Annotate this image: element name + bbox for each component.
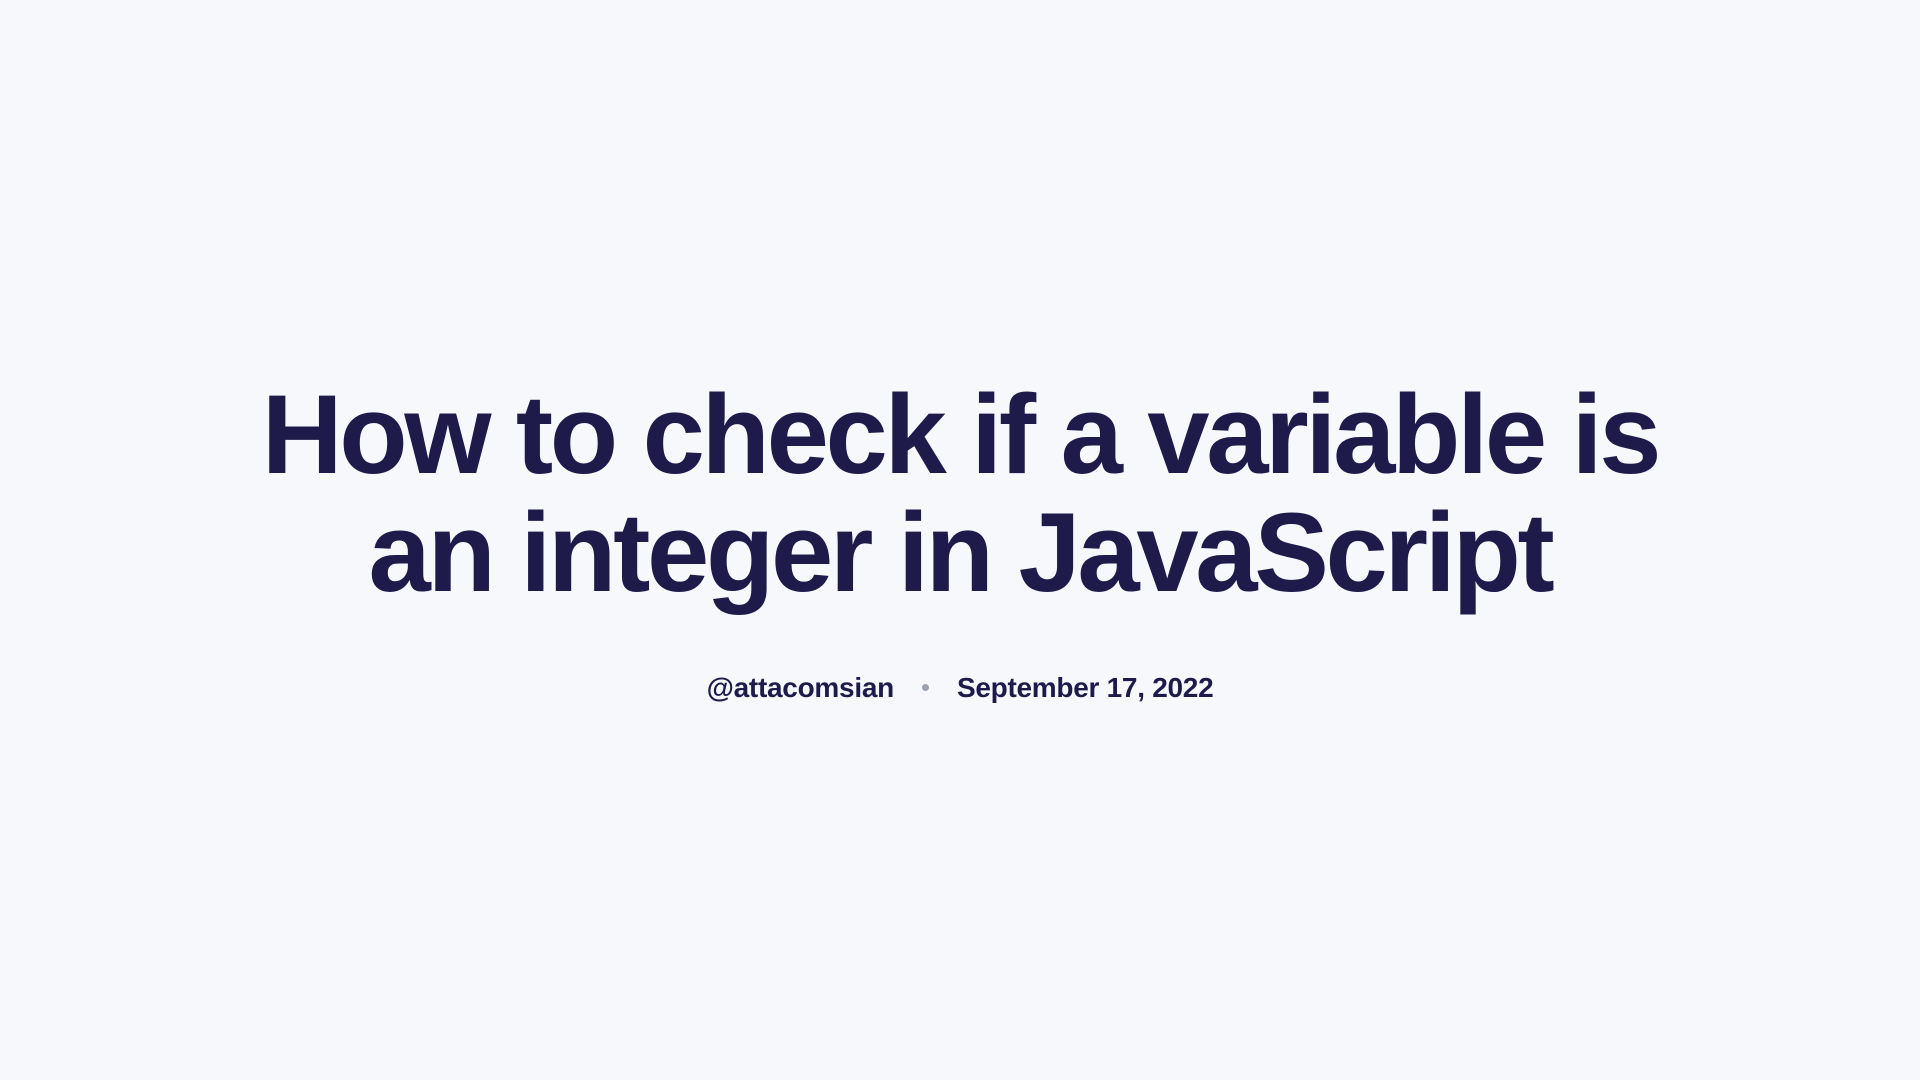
article-header: How to check if a variable is an integer… <box>260 376 1660 703</box>
article-title: How to check if a variable is an integer… <box>260 376 1660 611</box>
separator-icon <box>922 684 929 691</box>
article-date: September 17, 2022 <box>957 672 1213 704</box>
article-author: @attacomsian <box>707 672 894 704</box>
article-meta: @attacomsian September 17, 2022 <box>707 672 1214 704</box>
